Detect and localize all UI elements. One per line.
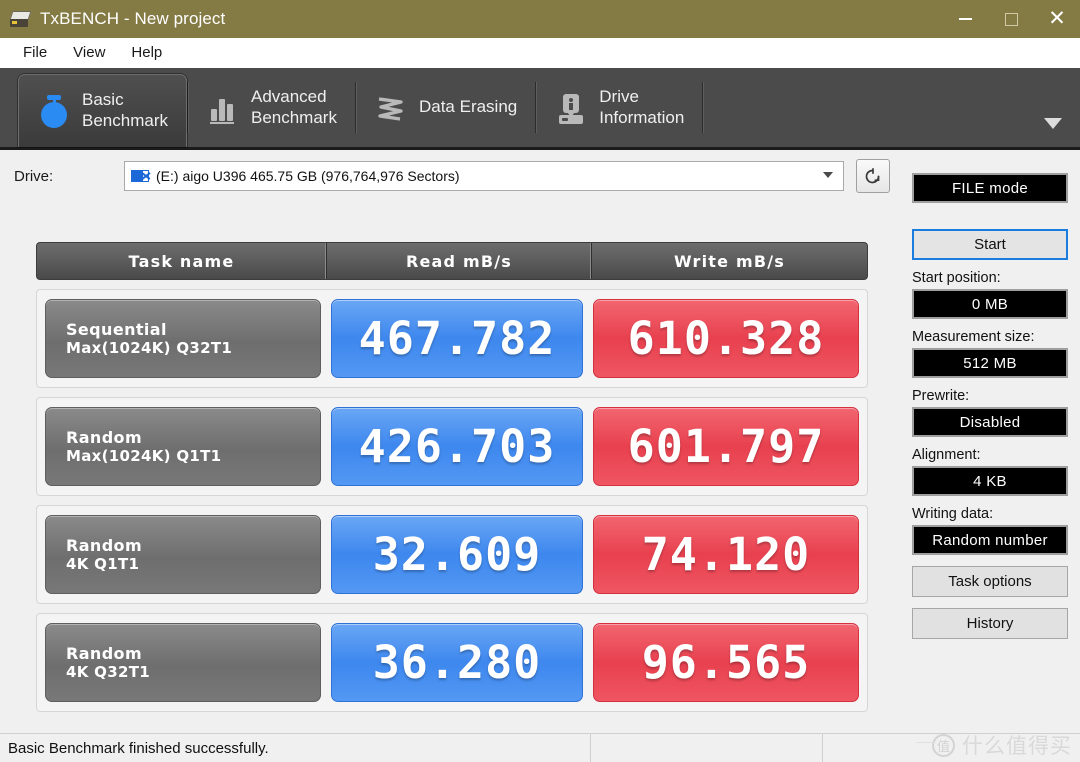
alignment-value[interactable]: 4 KB [912,466,1068,496]
start-position-label: Start position: [912,270,1068,286]
bar-chart-icon [206,90,240,126]
menu-item-view[interactable]: View [60,41,118,64]
drive-selected-value: (E:) aigo U396 465.75 GB (976,764,976 Se… [156,168,460,184]
drive-info-icon [554,90,588,126]
write-value-cell: 601.797 [593,407,859,486]
task-name-line2: 4K Q1T1 [66,555,320,573]
options-panel: FILE mode Start Start position: 0 MB Mea… [912,173,1068,639]
task-name-line1: Random [66,536,320,555]
task-name-line1: Random [66,428,320,447]
column-header-task-name: Task name [37,243,327,279]
write-value-cell: 96.565 [593,623,859,702]
tab-drive-information-label: Drive Information [599,87,684,128]
tab-basic-benchmark-label: Basic Benchmark [82,90,168,131]
tab-label-line2: Benchmark [251,108,337,129]
watermark-logo: 值 [932,734,955,757]
chevron-down-icon [1044,118,1062,129]
tab-label-line1: Basic [82,90,124,109]
tab-strip: Basic Benchmark Advanced Benchmark Data … [0,68,1080,150]
task-name-cell: Random 4K Q1T1 [45,515,321,594]
status-message: Basic Benchmark finished successfully. [0,740,590,757]
writing-data-value[interactable]: Random number [912,525,1068,555]
mode-display[interactable]: FILE mode [912,173,1068,203]
read-value-cell: 467.782 [331,299,583,378]
table-row[interactable]: Random 4K Q32T1 36.280 96.565 [36,613,868,712]
chevron-down-icon [823,172,833,178]
write-value-cell: 610.328 [593,299,859,378]
start-button[interactable]: Start [912,229,1068,260]
refresh-icon [863,166,883,186]
measurement-size-value[interactable]: 512 MB [912,348,1068,378]
status-panel-2 [590,734,822,762]
table-header-row: Task name Read mB/s Write mB/s [36,242,868,280]
write-value-cell: 74.120 [593,515,859,594]
table-row[interactable]: Sequential Max(1024K) Q32T1 467.782 610.… [36,289,868,388]
title-bar: TxBENCH - New project ✕ [0,0,1080,38]
stopwatch-icon [37,93,71,129]
tab-data-erasing-label: Data Erasing [419,97,517,118]
tab-data-erasing[interactable]: Data Erasing [356,68,535,147]
prewrite-value[interactable]: Disabled [912,407,1068,437]
menu-item-help[interactable]: Help [118,41,175,64]
close-button[interactable]: ✕ [1034,0,1080,38]
window-title: TxBENCH - New project [40,9,225,29]
drive-label: Drive: [14,168,124,185]
measurement-size-label: Measurement size: [912,329,1068,345]
removable-drive-icon [131,169,150,184]
tab-advanced-benchmark-label: Advanced Benchmark [251,87,337,128]
tab-drive-information[interactable]: Drive Information [536,68,702,147]
refresh-drives-button[interactable] [856,159,890,193]
tab-label-line1: Advanced [251,87,327,106]
zigzag-erase-icon [374,90,408,126]
start-position-value[interactable]: 0 MB [912,289,1068,319]
tab-divider [702,82,703,133]
task-name-line1: Sequential [66,320,320,339]
task-name-cell: Random 4K Q32T1 [45,623,321,702]
prewrite-label: Prewrite: [912,388,1068,404]
watermark-line [916,742,936,743]
maximize-button[interactable] [988,0,1034,38]
task-name-line2: Max(1024K) Q32T1 [66,339,320,357]
benchmark-results-table: Task name Read mB/s Write mB/s Sequentia… [36,242,868,712]
history-button[interactable]: History [912,608,1068,639]
tab-overflow-button[interactable] [1044,68,1080,147]
drive-select[interactable]: (E:) aigo U396 465.75 GB (976,764,976 Se… [124,161,844,191]
alignment-label: Alignment: [912,447,1068,463]
column-header-read: Read mB/s [327,243,592,279]
tab-basic-benchmark[interactable]: Basic Benchmark [18,74,187,147]
read-value-cell: 426.703 [331,407,583,486]
watermark-text: 什么值得买 [962,730,1072,760]
table-row[interactable]: Random 4K Q1T1 32.609 74.120 [36,505,868,604]
task-name-line1: Random [66,644,320,663]
task-name-line2: 4K Q32T1 [66,663,320,681]
tab-advanced-benchmark[interactable]: Advanced Benchmark [188,68,355,147]
task-name-cell: Sequential Max(1024K) Q32T1 [45,299,321,378]
tab-label-line2: Information [599,108,684,129]
task-name-line2: Max(1024K) Q1T1 [66,447,320,465]
writing-data-label: Writing data: [912,506,1068,522]
drive-icon [10,10,32,28]
task-name-cell: Random Max(1024K) Q1T1 [45,407,321,486]
window-controls: ✕ [942,0,1080,38]
tab-label-line2: Benchmark [82,111,168,132]
task-options-button[interactable]: Task options [912,566,1068,597]
tab-label-line1: Drive [599,87,639,106]
content-area: Drive: (E:) aigo U396 465.75 GB (976,764… [0,153,1080,733]
watermark: 值 什么值得买 [932,730,1072,760]
read-value-cell: 36.280 [331,623,583,702]
menu-item-file[interactable]: File [10,41,60,64]
table-row[interactable]: Random Max(1024K) Q1T1 426.703 601.797 [36,397,868,496]
txbench-window: TxBENCH - New project ✕ File View Help B… [0,0,1080,762]
status-bar: Basic Benchmark finished successfully. [0,733,1080,762]
minimize-button[interactable] [942,0,988,38]
read-value-cell: 32.609 [331,515,583,594]
column-header-write: Write mB/s [592,243,867,279]
menu-bar: File View Help [0,38,1080,68]
